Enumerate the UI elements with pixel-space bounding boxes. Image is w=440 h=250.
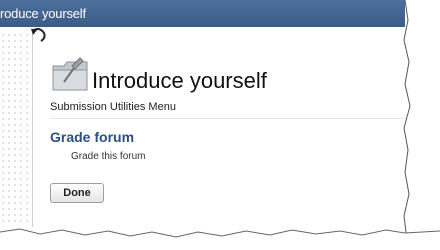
torn-edge-right bbox=[403, 0, 440, 250]
folder-pushpin-icon bbox=[52, 57, 88, 91]
panel-divider bbox=[32, 32, 33, 227]
window-titlebar: roduce yourself bbox=[0, 0, 405, 27]
section-divider bbox=[50, 118, 410, 119]
back-arrow-icon[interactable] bbox=[30, 27, 48, 43]
background-pattern bbox=[0, 32, 28, 222]
window-title: roduce yourself bbox=[0, 6, 86, 21]
grade-forum-link[interactable]: Grade forum bbox=[50, 129, 134, 145]
torn-edge-bottom bbox=[0, 228, 440, 250]
page-title: Introduce yourself bbox=[92, 68, 267, 93]
grade-forum-description: Grade this forum bbox=[71, 151, 146, 162]
done-button[interactable]: Done bbox=[50, 183, 104, 203]
page-subtitle: Submission Utilities Menu bbox=[50, 101, 176, 113]
